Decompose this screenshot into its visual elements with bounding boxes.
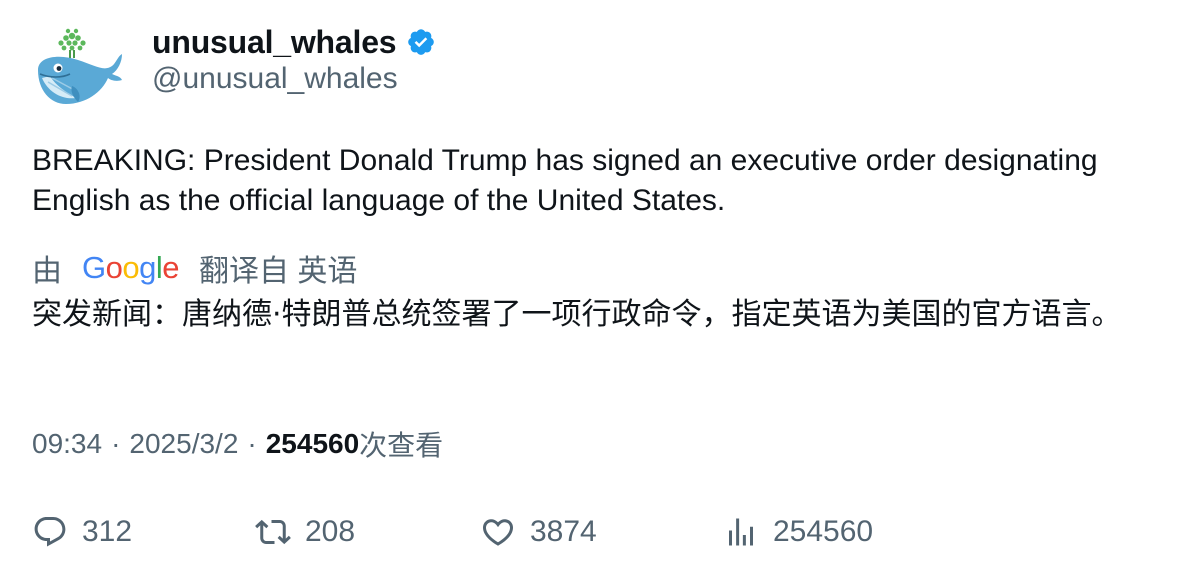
google-logo-icon: Google xyxy=(82,250,180,285)
retweet-button[interactable]: 208 xyxy=(255,508,355,556)
whale-avatar-icon[interactable] xyxy=(32,26,124,110)
author-name-row: unusual_whales xyxy=(152,22,436,62)
author-display-name[interactable]: unusual_whales xyxy=(152,24,397,61)
analytics-icon xyxy=(729,518,753,546)
translation-attribution: 由 Google 翻译自 英语 xyxy=(32,248,357,288)
reply-count: 312 xyxy=(82,515,133,548)
like-button[interactable]: 3874 xyxy=(480,508,597,556)
reply-button[interactable]: 312 xyxy=(32,508,132,556)
tweet-text: BREAKING: President Donald Trump has sig… xyxy=(32,144,1098,217)
views-count: 254560 xyxy=(265,428,360,459)
tweet-time[interactable]: 09:34 xyxy=(32,428,102,460)
tweet-date[interactable]: 2025/3/2 xyxy=(129,428,238,460)
tweet-meta: 09:34 · 2025/3/2 · 254560 次查看 xyxy=(32,424,443,464)
tweet-card: unusual_whales @unusual_whales BREAKING:… xyxy=(0,0,1196,578)
verified-badge-icon[interactable] xyxy=(406,27,436,57)
heart-icon xyxy=(482,519,514,546)
retweet-count: 208 xyxy=(305,515,356,548)
views-action-count: 254560 xyxy=(773,515,874,548)
meta-separator: · xyxy=(111,428,121,459)
views-label: 次查看 xyxy=(359,430,444,461)
author-handle[interactable]: @unusual_whales xyxy=(152,62,398,96)
retweet-icon xyxy=(255,519,291,545)
reply-icon xyxy=(34,517,66,547)
translated-text: 突发新闻：唐纳德·特朗普总统签署了一项行政命令，指定英语为美国的官方语言。 xyxy=(32,297,1122,332)
views-button[interactable]: 254560 xyxy=(723,508,873,556)
meta-separator: · xyxy=(247,428,257,459)
like-count: 3874 xyxy=(530,515,597,548)
translation-suffix: 翻译自 英语 xyxy=(199,255,358,288)
translation-prefix: 由 xyxy=(32,255,62,288)
action-bar: 312 208 3874 254560 xyxy=(0,508,1196,556)
